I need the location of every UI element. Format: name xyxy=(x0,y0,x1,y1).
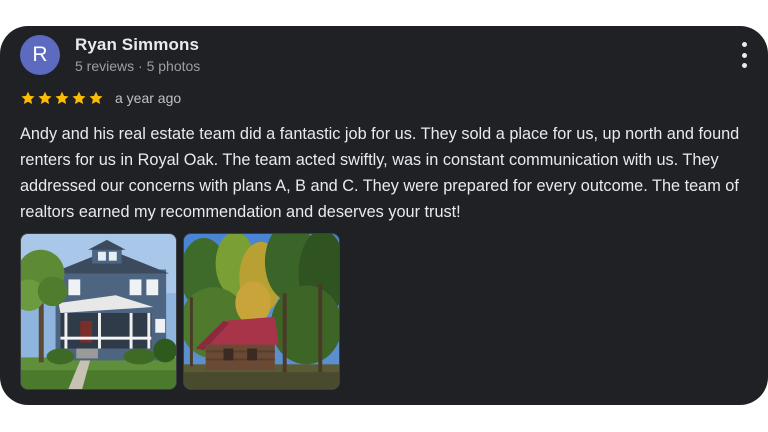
review-photo-cabin[interactable] xyxy=(183,233,340,390)
house-photo-image xyxy=(21,234,176,389)
review-card: R Ryan Simmons 5 reviews · 5 photos a ye… xyxy=(0,26,768,405)
reviewer-meta: 5 reviews · 5 photos xyxy=(75,58,201,74)
more-vert-icon-dot xyxy=(741,52,747,58)
avatar[interactable]: R xyxy=(20,35,60,75)
star-icon xyxy=(21,91,35,104)
review-date: a year ago xyxy=(115,90,182,106)
star-icon xyxy=(55,91,69,104)
star-icon xyxy=(72,91,86,104)
reviewer-name[interactable]: Ryan Simmons xyxy=(75,35,199,55)
rating-row: a year ago xyxy=(20,90,181,106)
cabin-photo-image xyxy=(184,234,339,389)
star-icon xyxy=(89,91,103,104)
review-text: Andy and his real estate team did a fant… xyxy=(20,125,740,221)
review-photos xyxy=(20,233,340,390)
more-vert-icon xyxy=(741,42,747,47)
more-vert-icon-dot xyxy=(741,63,747,68)
review-photo-house[interactable] xyxy=(20,233,177,390)
star-icon xyxy=(38,91,52,104)
star-rating xyxy=(20,90,104,106)
more-options-button[interactable] xyxy=(734,42,754,68)
